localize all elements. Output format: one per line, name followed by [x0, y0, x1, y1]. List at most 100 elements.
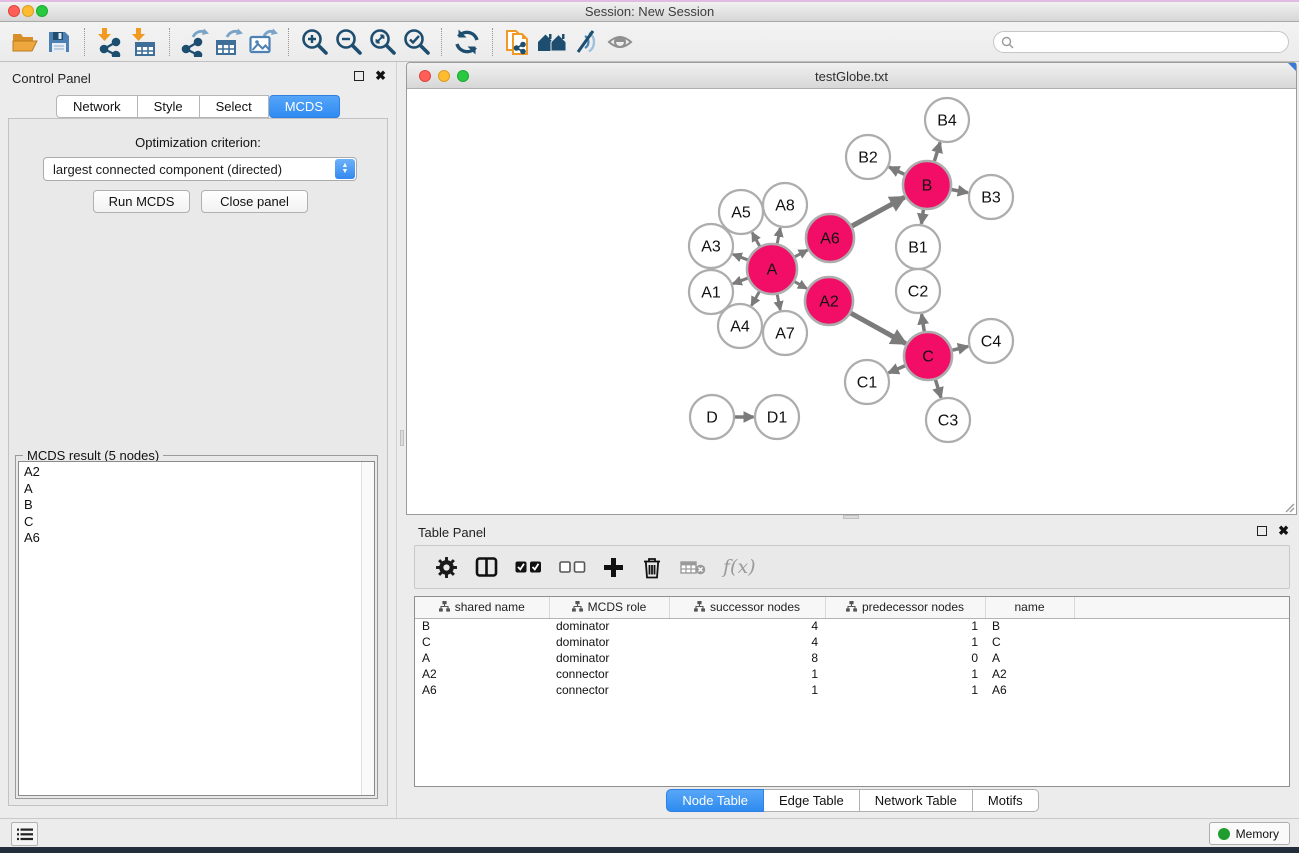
table-row[interactable]: Adominator80A: [415, 650, 1289, 666]
graph-edge-C-C1[interactable]: [889, 365, 906, 372]
table-row[interactable]: A2connector11A2: [415, 666, 1289, 682]
tab-style[interactable]: Style: [138, 95, 200, 118]
table-cell[interactable]: dominator: [549, 634, 669, 650]
zoom-in-button[interactable]: [297, 25, 331, 59]
float-panel-icon[interactable]: [354, 71, 364, 81]
graph-edge-A-A2[interactable]: [794, 281, 807, 288]
delete-table-button[interactable]: [680, 560, 706, 575]
close-panel-icon[interactable]: ✖: [1278, 526, 1289, 536]
table-cell[interactable]: A2: [985, 666, 1074, 682]
graph-edge-A-A5[interactable]: [752, 233, 760, 247]
column-header-MCDS-role[interactable]: MCDS role: [549, 597, 669, 618]
network-graph[interactable]: B4B2BB3A8A5A6A3B1AC2A1A2A4A7C4CC1DD1C3: [407, 90, 1296, 515]
graph-edge-C-C3[interactable]: [935, 379, 941, 398]
split-handle-vertical[interactable]: [400, 430, 404, 446]
save-session-button[interactable]: [42, 25, 76, 59]
refresh-button[interactable]: [450, 25, 484, 59]
table-row[interactable]: Cdominator41C: [415, 634, 1289, 650]
graph-edge-A-A4[interactable]: [752, 291, 760, 306]
function-builder-button[interactable]: f(x): [723, 556, 756, 578]
table-cell[interactable]: 4: [669, 618, 825, 634]
export-image-button[interactable]: [246, 25, 280, 59]
table-cell[interactable]: C: [985, 634, 1074, 650]
tab-edge-table[interactable]: Edge Table: [764, 789, 860, 812]
table-cell[interactable]: C: [415, 634, 549, 650]
mcds-result-item[interactable]: A: [24, 481, 369, 498]
table-cell[interactable]: 1: [825, 666, 985, 682]
tab-mcds[interactable]: MCDS: [269, 95, 340, 118]
graph-edge-A-A8[interactable]: [777, 228, 780, 245]
table-cell[interactable]: 1: [825, 682, 985, 698]
column-header-successor-nodes[interactable]: successor nodes: [669, 597, 825, 618]
open-session-button[interactable]: [8, 25, 42, 59]
home-button[interactable]: [535, 25, 569, 59]
split-handle-horizontal[interactable]: [843, 515, 859, 519]
table-cell[interactable]: connector: [549, 666, 669, 682]
table-cell[interactable]: A: [415, 650, 549, 666]
network-window-titlebar[interactable]: testGlobe.txt: [407, 63, 1296, 89]
delete-row-button[interactable]: [641, 556, 663, 579]
column-header-name[interactable]: name: [985, 597, 1074, 618]
mcds-result-scrollbar[interactable]: [361, 462, 374, 795]
graph-edge-A-A7[interactable]: [777, 294, 780, 311]
table-cell[interactable]: 1: [669, 682, 825, 698]
export-table-button[interactable]: [212, 25, 246, 59]
table-cell[interactable]: 0: [825, 650, 985, 666]
task-history-button[interactable]: [11, 822, 38, 846]
float-panel-icon[interactable]: [1257, 526, 1267, 536]
export-network-button[interactable]: [178, 25, 212, 59]
table-cell[interactable]: 1: [825, 618, 985, 634]
table-row[interactable]: Bdominator41B: [415, 618, 1289, 634]
graph-edge-B-B1[interactable]: [921, 209, 923, 224]
add-row-button[interactable]: [603, 557, 624, 578]
table-cell[interactable]: 4: [669, 634, 825, 650]
graph-edge-B-B4[interactable]: [934, 143, 940, 163]
graph-edge-C-C4[interactable]: [951, 346, 968, 350]
table-cell[interactable]: A6: [415, 682, 549, 698]
graph-edge-C-C2[interactable]: [922, 314, 925, 332]
table-cell[interactable]: A6: [985, 682, 1074, 698]
table-cell[interactable]: dominator: [549, 650, 669, 666]
graph-edge-A-A1[interactable]: [733, 278, 749, 284]
select-all-button[interactable]: [515, 561, 542, 573]
close-panel-button[interactable]: Close panel: [201, 190, 308, 213]
table-cell[interactable]: A2: [415, 666, 549, 682]
graph-edge-A-A3[interactable]: [733, 254, 749, 260]
column-header-shared-name[interactable]: shared name: [415, 597, 549, 618]
mcds-result-item[interactable]: B: [24, 497, 369, 514]
tab-network[interactable]: Network: [56, 95, 138, 118]
search-input[interactable]: [1018, 33, 1283, 51]
optimization-criterion-select[interactable]: largest connected component (directed) ▲…: [43, 157, 357, 181]
import-network-button[interactable]: [93, 25, 127, 59]
run-mcds-button[interactable]: Run MCDS: [93, 190, 190, 213]
deselect-all-button[interactable]: [559, 561, 586, 573]
mcds-result-item[interactable]: A6: [24, 530, 369, 547]
tab-network-table[interactable]: Network Table: [860, 789, 973, 812]
table-cell[interactable]: dominator: [549, 618, 669, 634]
memory-button[interactable]: Memory: [1209, 822, 1290, 845]
mcds-result-item[interactable]: C: [24, 514, 369, 531]
hide-labels-button[interactable]: [569, 25, 603, 59]
table-cell[interactable]: 8: [669, 650, 825, 666]
zoom-out-button[interactable]: [331, 25, 365, 59]
table-row[interactable]: A6connector11A6: [415, 682, 1289, 698]
show-columns-button[interactable]: [475, 556, 498, 578]
close-panel-icon[interactable]: ✖: [375, 71, 386, 81]
table-cell[interactable]: B: [415, 618, 549, 634]
graph-edge-A2-C[interactable]: [850, 313, 906, 344]
graph-edge-A6-B[interactable]: [851, 197, 905, 226]
import-table-button[interactable]: [127, 25, 161, 59]
graph-edge-B-B3[interactable]: [951, 189, 968, 192]
table-settings-button[interactable]: [435, 556, 458, 579]
table-cell[interactable]: B: [985, 618, 1074, 634]
resize-grip-icon[interactable]: [1283, 501, 1295, 513]
table-cell[interactable]: A: [985, 650, 1074, 666]
table-cell[interactable]: 1: [669, 666, 825, 682]
tab-select[interactable]: Select: [200, 95, 269, 118]
table-cell[interactable]: 1: [825, 634, 985, 650]
table-cell[interactable]: connector: [549, 682, 669, 698]
graph-edge-B-B2[interactable]: [889, 167, 905, 175]
graph-edge-A-A6[interactable]: [794, 250, 808, 257]
zoom-selected-button[interactable]: [399, 25, 433, 59]
mcds-result-item[interactable]: A2: [24, 464, 369, 481]
